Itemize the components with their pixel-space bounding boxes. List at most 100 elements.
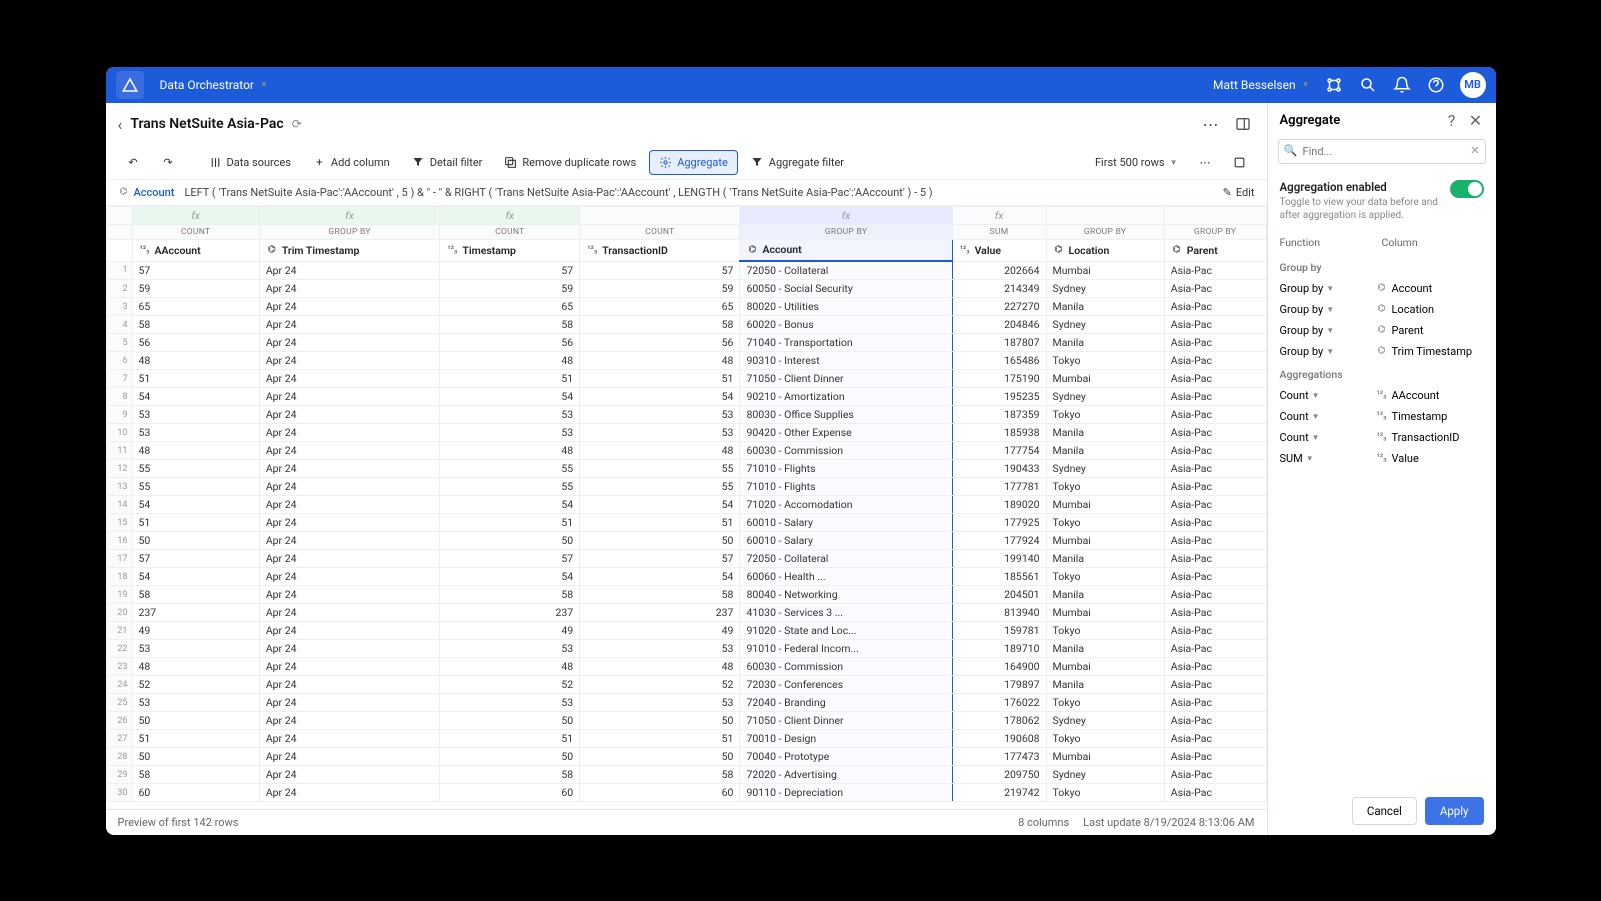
table-row[interactable]: 17 57 Apr 24 57 57 72050 - Collateral 19… bbox=[106, 550, 1266, 568]
chevron-down-icon: ▼ bbox=[260, 80, 268, 89]
table-row[interactable]: 4 58 Apr 24 58 58 60020 - Bonus 204846 S… bbox=[106, 316, 1266, 334]
column-ref[interactable]: ⌬Parent bbox=[1376, 324, 1484, 337]
column-ref[interactable]: ⌬Location bbox=[1376, 303, 1484, 316]
col-header-location[interactable]: ⌬Location bbox=[1046, 239, 1164, 261]
search-input[interactable] bbox=[1278, 139, 1486, 164]
column-ref[interactable]: ⌬Trim Timestamp bbox=[1376, 345, 1484, 358]
redo-button[interactable]: ↷ bbox=[153, 151, 184, 174]
chevron-down-icon: ▼ bbox=[1312, 412, 1320, 421]
table-row[interactable]: 22 53 Apr 24 53 53 91010 - Federal Incom… bbox=[106, 640, 1266, 658]
col-header-transactionid[interactable]: ¹²₃TransactionID bbox=[580, 239, 740, 261]
table-row[interactable]: 19 58 Apr 24 58 58 80040 - Networking 20… bbox=[106, 586, 1266, 604]
table-row[interactable]: 27 51 Apr 24 51 51 70010 - Design 190608… bbox=[106, 730, 1266, 748]
toolbar-more-button[interactable]: ⋯ bbox=[1191, 151, 1220, 174]
hierarchy-icon: ⌬ bbox=[1053, 244, 1065, 256]
formula-text: LEFT ( 'Trans NetSuite Asia-Pac':'AAccou… bbox=[184, 186, 1212, 199]
table-row[interactable]: 12 55 Apr 24 55 55 71010 - Flights 19043… bbox=[106, 460, 1266, 478]
refresh-icon[interactable]: ⟳ bbox=[292, 117, 302, 131]
table-row[interactable]: 6 48 Apr 24 48 48 90310 - Interest 16548… bbox=[106, 352, 1266, 370]
data-sources-button[interactable]: Data sources bbox=[200, 151, 300, 174]
fn-selector[interactable]: SUM▼ bbox=[1280, 452, 1370, 465]
fn-selector[interactable]: Group by▼ bbox=[1280, 303, 1370, 316]
table-row[interactable]: 14 54 Apr 24 54 54 71020 - Accomodation … bbox=[106, 496, 1266, 514]
col-header-account[interactable]: ⌬Account bbox=[740, 239, 952, 261]
aggregation-switch[interactable] bbox=[1450, 180, 1484, 198]
column-ref[interactable]: ¹²₃TransactionID bbox=[1376, 431, 1484, 444]
column-ref[interactable]: ¹²₃AAccount bbox=[1376, 389, 1484, 402]
table-row[interactable]: 18 54 Apr 24 54 54 60060 - Health ... 18… bbox=[106, 568, 1266, 586]
bell-icon[interactable] bbox=[1392, 75, 1412, 95]
more-icon[interactable]: ⋯ bbox=[1199, 111, 1223, 138]
table-row[interactable]: 7 51 Apr 24 51 51 71050 - Client Dinner … bbox=[106, 370, 1266, 388]
undo-button[interactable]: ↶ bbox=[118, 151, 149, 174]
column-ref[interactable]: ¹²₃Value bbox=[1376, 452, 1484, 465]
help-icon[interactable] bbox=[1426, 75, 1446, 95]
toolbar-export-button[interactable] bbox=[1224, 151, 1255, 174]
panel-toggle-icon[interactable] bbox=[1231, 112, 1255, 136]
aggregations-section-label: Aggregations bbox=[1268, 362, 1496, 385]
undo-icon: ↶ bbox=[127, 156, 140, 169]
table-row[interactable]: 29 58 Apr 24 58 58 72020 - Advertising 2… bbox=[106, 766, 1266, 784]
avatar[interactable]: MB bbox=[1460, 72, 1486, 98]
groupby-item: Group by▼ ⌬Trim Timestamp bbox=[1268, 341, 1496, 362]
redo-icon: ↷ bbox=[162, 156, 175, 169]
aggregate-button[interactable]: Aggregate bbox=[649, 150, 738, 175]
table-row[interactable]: 13 55 Apr 24 55 55 71010 - Flights 17778… bbox=[106, 478, 1266, 496]
table-row[interactable]: 8 54 Apr 24 54 54 90210 - Amortization 1… bbox=[106, 388, 1266, 406]
table-row[interactable]: 30 60 Apr 24 60 60 90110 - Depreciation … bbox=[106, 784, 1266, 802]
aggregation-item: Count▼ ¹²₃Timestamp bbox=[1268, 406, 1496, 427]
table-row[interactable]: 24 52 Apr 24 52 52 72030 - Conferences 1… bbox=[106, 676, 1266, 694]
fn-selector[interactable]: Count▼ bbox=[1280, 410, 1370, 423]
table-row[interactable]: 26 50 Apr 24 50 50 71050 - Client Dinner… bbox=[106, 712, 1266, 730]
table-row[interactable]: 20 237 Apr 24 237 237 41030 - Services 3… bbox=[106, 604, 1266, 622]
graph-icon[interactable] bbox=[1324, 75, 1344, 95]
table-row[interactable]: 11 48 Apr 24 48 48 60030 - Commission 17… bbox=[106, 442, 1266, 460]
app-selector[interactable]: Data Orchestrator ▼ bbox=[152, 74, 276, 96]
header-row[interactable]: ¹²₃AAccount ⌬Trim Timestamp ¹²₃Timestamp… bbox=[106, 239, 1266, 261]
fn-selector[interactable]: Count▼ bbox=[1280, 389, 1370, 402]
help-icon[interactable]: ? bbox=[1444, 113, 1460, 129]
detail-filter-button[interactable]: Detail filter bbox=[403, 151, 492, 174]
data-grid[interactable]: fxfxfx fxfx COUNTGROUP BYCOUNTCOUNT GROU… bbox=[106, 206, 1267, 809]
table-row[interactable]: 3 65 Apr 24 65 65 80020 - Utilities 2272… bbox=[106, 298, 1266, 316]
table-row[interactable]: 10 53 Apr 24 53 53 90420 - Other Expense… bbox=[106, 424, 1266, 442]
close-icon[interactable]: ✕ bbox=[1468, 113, 1484, 129]
column-ref[interactable]: ⌬Account bbox=[1376, 282, 1484, 295]
rows-selector[interactable]: First 500 rows▼ bbox=[1086, 151, 1187, 174]
fn-selector[interactable]: Count▼ bbox=[1280, 431, 1370, 444]
app-logo-icon[interactable] bbox=[116, 71, 144, 99]
table-row[interactable]: 21 49 Apr 24 49 49 91020 - State and Loc… bbox=[106, 622, 1266, 640]
fn-selector[interactable]: Group by▼ bbox=[1280, 324, 1370, 337]
clear-icon[interactable]: ✕ bbox=[1470, 144, 1479, 157]
table-row[interactable]: 1 57 Apr 24 57 57 72050 - Collateral 202… bbox=[106, 261, 1266, 280]
table-row[interactable]: 23 48 Apr 24 48 48 60030 - Commission 16… bbox=[106, 658, 1266, 676]
cancel-button[interactable]: Cancel bbox=[1352, 797, 1417, 825]
search-icon[interactable] bbox=[1358, 75, 1378, 95]
back-button[interactable]: ‹ bbox=[118, 115, 123, 134]
aggregate-filter-button[interactable]: Aggregate filter bbox=[742, 151, 853, 174]
col-header-aaccount[interactable]: ¹²₃AAccount bbox=[132, 239, 259, 261]
col-header-timestamp[interactable]: ¹²₃Timestamp bbox=[440, 239, 580, 261]
column-ref[interactable]: ¹²₃Timestamp bbox=[1376, 410, 1484, 423]
fn-selector[interactable]: Group by▼ bbox=[1280, 345, 1370, 358]
user-menu[interactable]: Matt Besselsen ▼ bbox=[1213, 78, 1309, 92]
formula-edit-button[interactable]: ✎Edit bbox=[1223, 186, 1255, 199]
chevron-down-icon: ▼ bbox=[1326, 305, 1334, 314]
table-row[interactable]: 9 53 Apr 24 53 53 80030 - Office Supplie… bbox=[106, 406, 1266, 424]
formula-column-chip[interactable]: ⌬Account bbox=[118, 186, 175, 199]
col-header-value[interactable]: ¹²₃Value bbox=[952, 239, 1046, 261]
aggregation-item: Count▼ ¹²₃AAccount bbox=[1268, 385, 1496, 406]
remove-duplicates-button[interactable]: Remove duplicate rows bbox=[495, 151, 645, 174]
table-row[interactable]: 2 59 Apr 24 59 59 60050 - Social Securit… bbox=[106, 280, 1266, 298]
table-row[interactable]: 16 50 Apr 24 50 50 60010 - Salary 177924… bbox=[106, 532, 1266, 550]
table-row[interactable]: 25 53 Apr 24 53 53 72040 - Branding 1760… bbox=[106, 694, 1266, 712]
apply-button[interactable]: Apply bbox=[1425, 797, 1484, 825]
table-row[interactable]: 15 51 Apr 24 51 51 60010 - Salary 177925… bbox=[106, 514, 1266, 532]
fn-selector[interactable]: Group by▼ bbox=[1280, 282, 1370, 295]
toggle-label: Aggregation enabled bbox=[1280, 180, 1442, 194]
table-row[interactable]: 5 56 Apr 24 56 56 71040 - Transportation… bbox=[106, 334, 1266, 352]
col-header-parent[interactable]: ⌬Parent bbox=[1164, 239, 1266, 261]
table-row[interactable]: 28 50 Apr 24 50 50 70040 - Prototype 177… bbox=[106, 748, 1266, 766]
add-column-button[interactable]: +Add column bbox=[304, 151, 399, 174]
col-header-trim-timestamp[interactable]: ⌬Trim Timestamp bbox=[259, 239, 440, 261]
